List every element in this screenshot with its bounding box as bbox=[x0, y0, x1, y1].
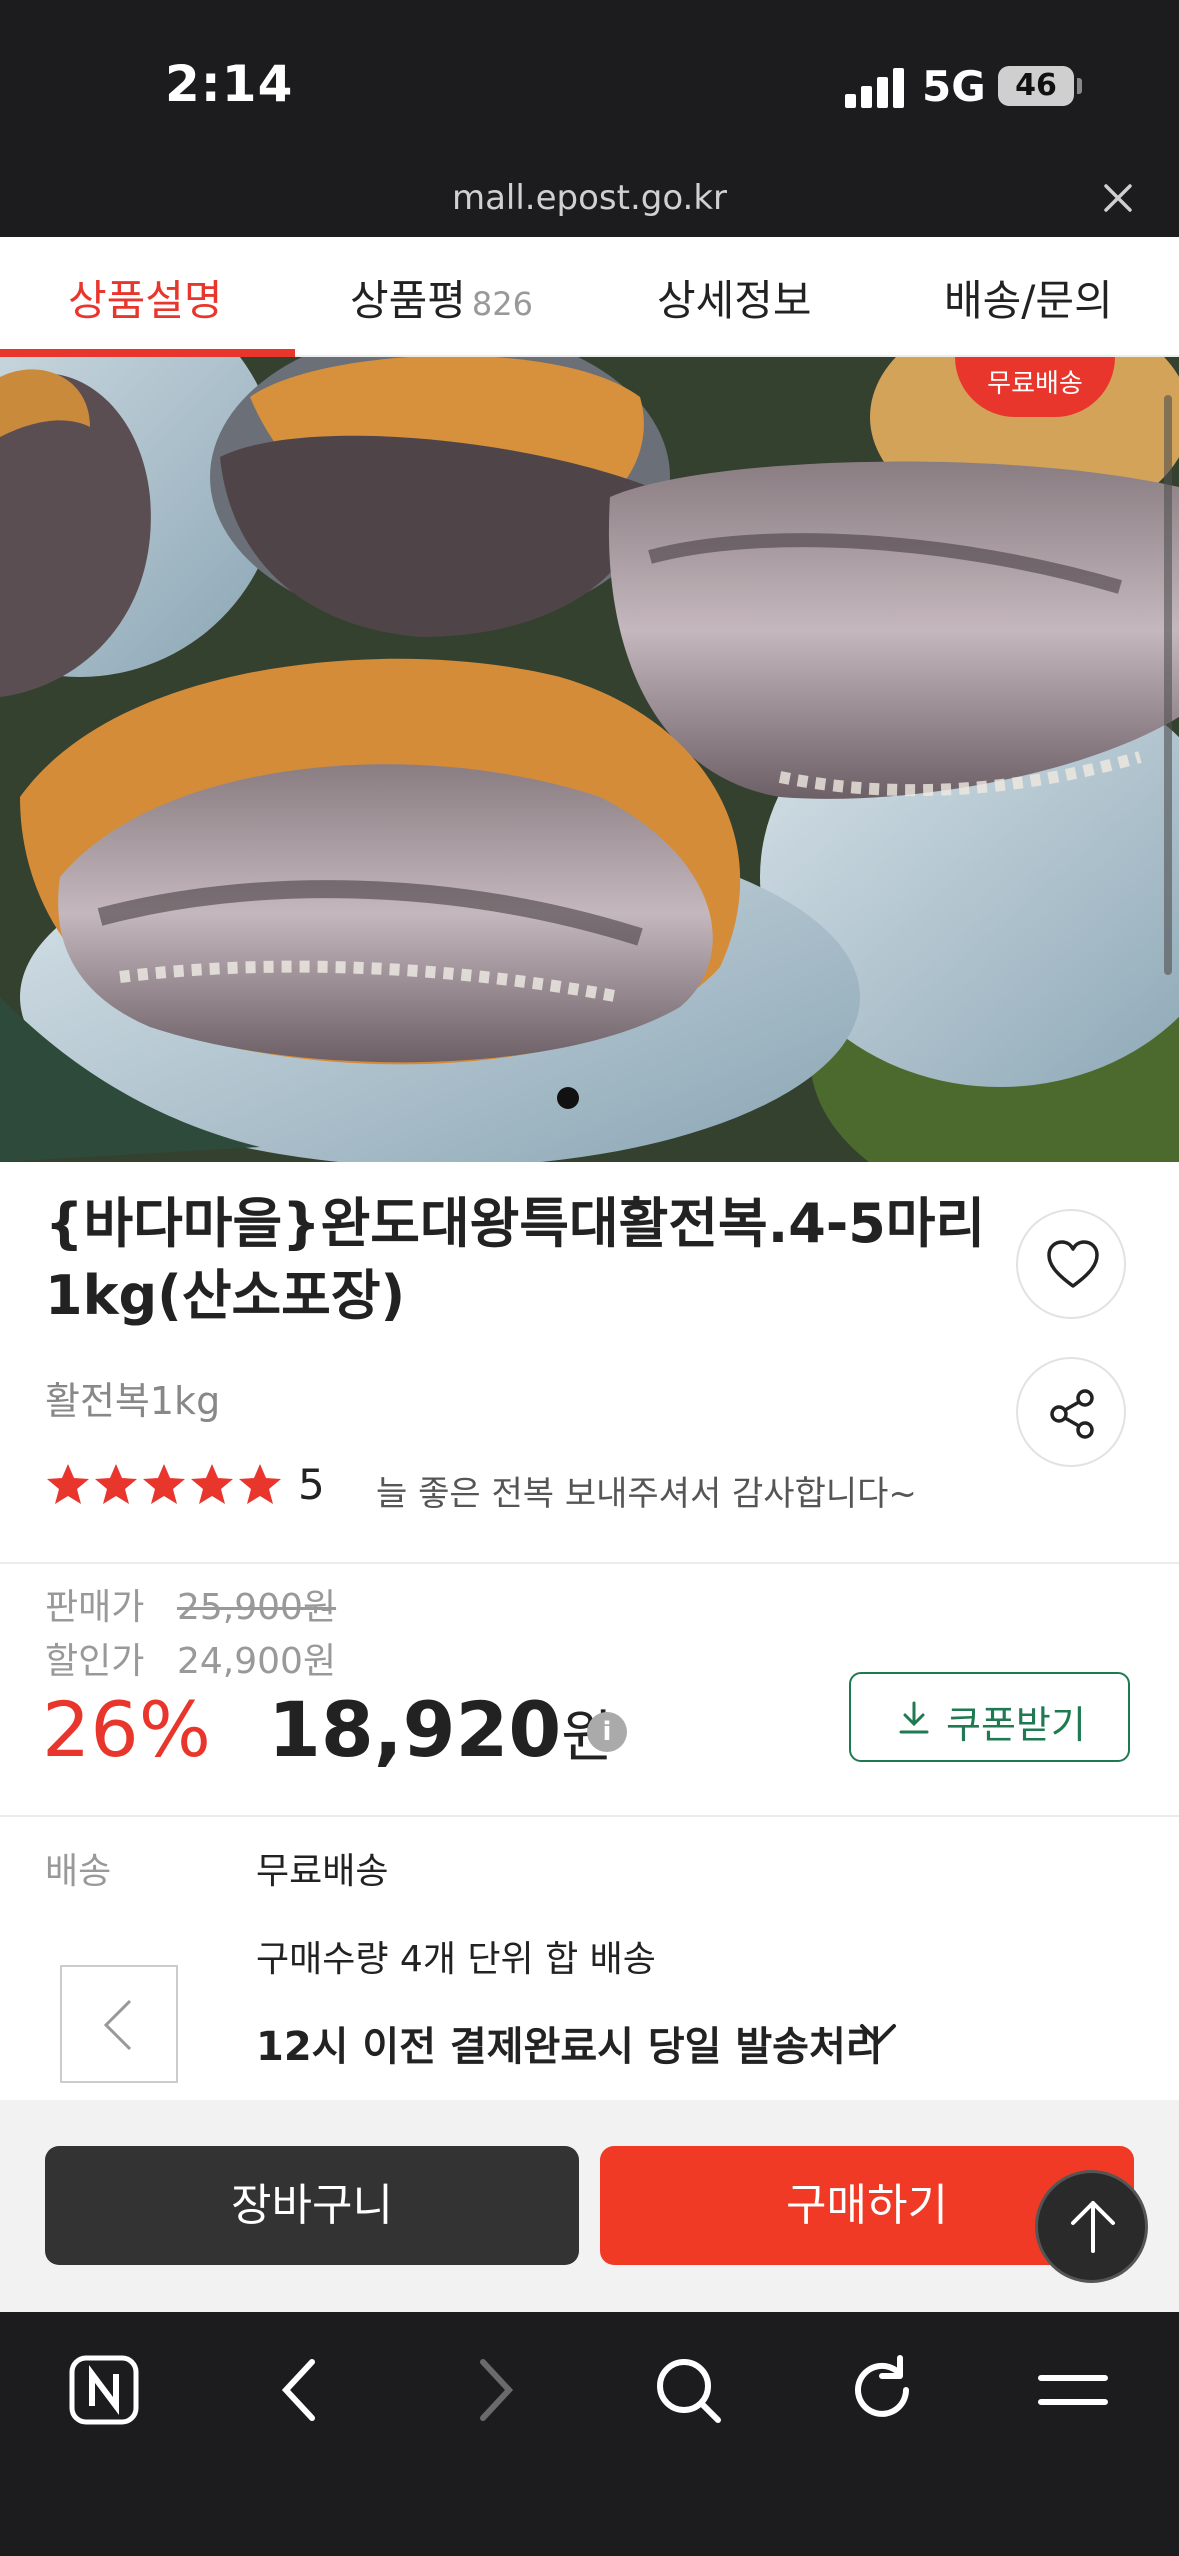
divider bbox=[0, 1815, 1179, 1817]
star-icon bbox=[143, 1464, 185, 1504]
info-icon[interactable]: i bbox=[587, 1712, 627, 1752]
final-price-value: 18,920 bbox=[268, 1685, 562, 1774]
coupon-button[interactable]: 쿠폰받기 bbox=[849, 1672, 1130, 1762]
product-title: {바다마을}완도대왕특대활전복.4-5마리 1kg(산소포장) bbox=[45, 1192, 986, 1327]
scroll-indicator[interactable] bbox=[1164, 395, 1172, 975]
arrow-up-icon bbox=[1071, 2201, 1115, 2253]
star-icon bbox=[191, 1464, 233, 1504]
star-icon bbox=[239, 1464, 281, 1504]
back-icon[interactable] bbox=[260, 2350, 340, 2430]
url-bar[interactable]: mall.epost.go.kr bbox=[0, 178, 1179, 218]
status-time: 2:14 bbox=[165, 55, 294, 113]
sale-price-label: 판매가 bbox=[45, 1587, 145, 1628]
signal-icon bbox=[845, 66, 907, 108]
forward-icon[interactable] bbox=[455, 2350, 535, 2430]
sale-price-value: 25,900원 bbox=[177, 1587, 337, 1628]
discount-price-value: 24,900원 bbox=[177, 1641, 337, 1682]
chevron-down-icon[interactable] bbox=[858, 2020, 898, 2050]
product-tabs: 상품설명 상품평 826 상세정보 배송/문의 bbox=[0, 237, 1179, 357]
active-tab-indicator bbox=[0, 349, 295, 357]
tab-description[interactable]: 상품설명 bbox=[68, 267, 223, 328]
review-count: 826 bbox=[471, 285, 533, 323]
product-subtitle: 활전복1kg bbox=[45, 1379, 221, 1423]
star-icon bbox=[47, 1464, 89, 1504]
back-nav-button[interactable] bbox=[60, 1965, 178, 2083]
scroll-top-button[interactable] bbox=[1035, 2170, 1148, 2283]
coupon-label: 쿠폰받기 bbox=[946, 1703, 1086, 1747]
naver-icon[interactable] bbox=[66, 2350, 146, 2430]
share-button[interactable] bbox=[1016, 1357, 1126, 1467]
carousel-dot[interactable] bbox=[557, 1087, 579, 1109]
battery-tip bbox=[1077, 78, 1082, 94]
divider bbox=[0, 1562, 1179, 1564]
tab-details[interactable]: 상세정보 bbox=[657, 267, 812, 328]
dispatch-info[interactable]: 12시 이전 결제완료시 당일 발송처리 bbox=[256, 2014, 883, 2072]
wishlist-button[interactable] bbox=[1016, 1209, 1126, 1319]
review-snippet[interactable]: 늘 좋은 전복 보내주셔서 감사합니다~ bbox=[376, 1466, 917, 1515]
battery-icon: 46 bbox=[998, 66, 1074, 106]
tab-reviews-label: 상품평 bbox=[350, 276, 466, 325]
final-price: 18,920원 bbox=[268, 1685, 613, 1774]
menu-icon[interactable] bbox=[1033, 2350, 1113, 2430]
chevron-left-icon bbox=[103, 1999, 132, 2051]
shipping-note: 구매수량 4개 단위 합 배송 bbox=[256, 1939, 656, 1980]
close-icon[interactable] bbox=[1100, 180, 1136, 216]
product-image[interactable] bbox=[0, 357, 1179, 1162]
add-to-cart-button[interactable]: 장바구니 bbox=[45, 2146, 579, 2265]
discount-rate: 26% bbox=[42, 1685, 211, 1774]
refresh-icon[interactable] bbox=[842, 2350, 922, 2430]
network-type: 5G bbox=[922, 62, 986, 111]
heart-icon bbox=[1047, 1240, 1099, 1288]
browser-toolbar bbox=[0, 2312, 1179, 2556]
tab-shipping-inquiry[interactable]: 배송/문의 bbox=[944, 267, 1113, 328]
discount-price-label: 할인가 bbox=[45, 1641, 145, 1682]
star-icon bbox=[95, 1464, 137, 1504]
tab-reviews[interactable]: 상품평 826 bbox=[350, 267, 533, 328]
shipping-label: 배송 bbox=[45, 1851, 112, 1892]
download-icon bbox=[899, 1701, 929, 1734]
search-icon[interactable] bbox=[648, 2350, 728, 2430]
rating-value: 5 bbox=[298, 1460, 325, 1509]
share-icon bbox=[1050, 1389, 1094, 1439]
shipping-value: 무료배송 bbox=[256, 1851, 389, 1892]
abalone-photo bbox=[0, 357, 1179, 1162]
